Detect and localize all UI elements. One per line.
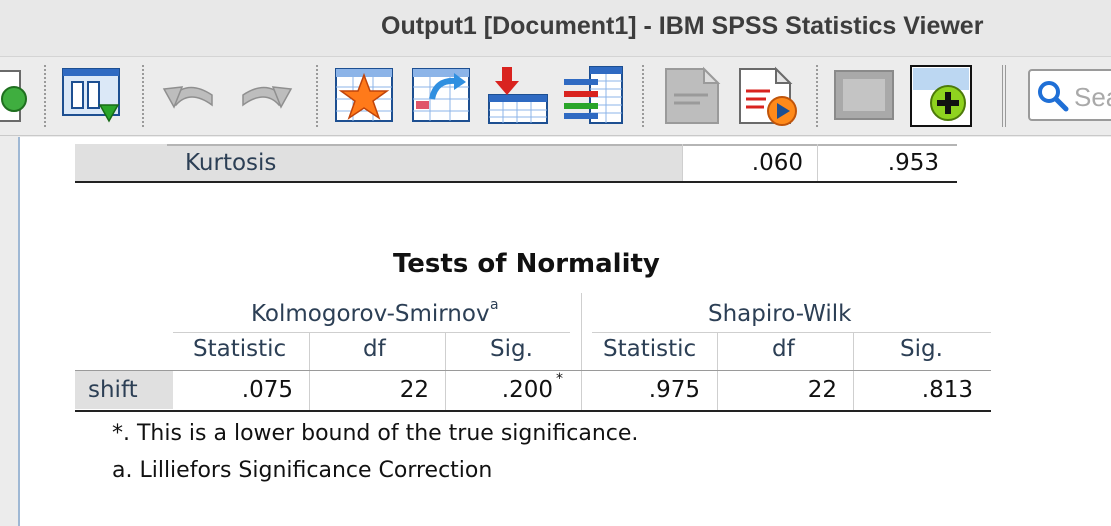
table-title: Tests of Normality xyxy=(393,249,660,279)
toolbar: Search xyxy=(0,56,1111,136)
output-document[interactable]: Kurtosis .060 .953 Tests of Normality Ko… xyxy=(18,137,1111,526)
col-header-ks-sig: Sig. xyxy=(490,336,533,362)
toolbar-separator xyxy=(816,65,818,127)
col-header-sw-sig: Sig. xyxy=(900,336,943,362)
redo-icon[interactable] xyxy=(235,65,297,127)
footnote-marker-asterisk: * xyxy=(556,371,563,387)
footnote-marker-a: a xyxy=(490,297,499,313)
sw-df-value: 22 xyxy=(807,377,837,403)
insert-case-icon[interactable] xyxy=(487,65,549,127)
goto-data-icon[interactable] xyxy=(333,65,395,127)
insert-heading-icon[interactable] xyxy=(833,65,895,127)
window-title: Output1 [Document1] - IBM SPSS Statistic… xyxy=(381,12,984,40)
designate-window-icon[interactable] xyxy=(60,65,122,127)
create-edit-autoscript-icon[interactable] xyxy=(660,65,722,127)
col-header-ks-df: df xyxy=(363,336,386,362)
toolbar-separator xyxy=(44,65,46,127)
toolbar-separator xyxy=(316,65,318,127)
col-header-ks-statistic: Statistic xyxy=(193,336,287,362)
group-header-kolmogorov-smirnov: Kolmogorov-Smirnov xyxy=(251,301,490,327)
col-header-sw-statistic: Statistic xyxy=(603,336,697,362)
ks-statistic-value: .075 xyxy=(241,377,293,403)
row-label-kurtosis: Kurtosis xyxy=(185,150,277,176)
toolbar-separator xyxy=(642,65,644,127)
search-icon xyxy=(1036,79,1070,113)
col-header-sw-df: df xyxy=(772,336,795,362)
toolbar-separator xyxy=(142,65,144,127)
descriptives-table-fragment: Kurtosis .060 .953 xyxy=(75,144,957,183)
search-placeholder: Search xyxy=(1074,82,1111,112)
ks-sig-value: .200 xyxy=(501,377,553,403)
variables-icon[interactable] xyxy=(562,65,624,127)
sw-sig-value: .813 xyxy=(921,377,973,403)
row-label-shift: shift xyxy=(88,377,138,403)
row-label-cell xyxy=(75,144,682,182)
kurtosis-std-error: .953 xyxy=(887,150,939,176)
title-bar: Output1 [Document1] - IBM SPSS Statistic… xyxy=(0,0,1111,56)
export-icon[interactable] xyxy=(0,65,36,127)
insert-title-icon[interactable] xyxy=(910,65,972,127)
sw-statistic-value: .975 xyxy=(648,377,700,403)
goto-case-icon[interactable] xyxy=(410,65,472,127)
kurtosis-statistic: .060 xyxy=(751,150,803,176)
group-header-shapiro-wilk: Shapiro-Wilk xyxy=(708,301,852,327)
undo-icon[interactable] xyxy=(158,65,220,127)
toolbar-separator xyxy=(1002,65,1006,127)
search-box[interactable]: Search xyxy=(1028,69,1111,121)
run-script-icon[interactable] xyxy=(736,65,798,127)
footnote-a: a. Lilliefors Significance Correction xyxy=(112,458,493,483)
ks-df-value: 22 xyxy=(399,377,429,403)
footnote-asterisk: *. This is a lower bound of the true sig… xyxy=(112,421,639,446)
